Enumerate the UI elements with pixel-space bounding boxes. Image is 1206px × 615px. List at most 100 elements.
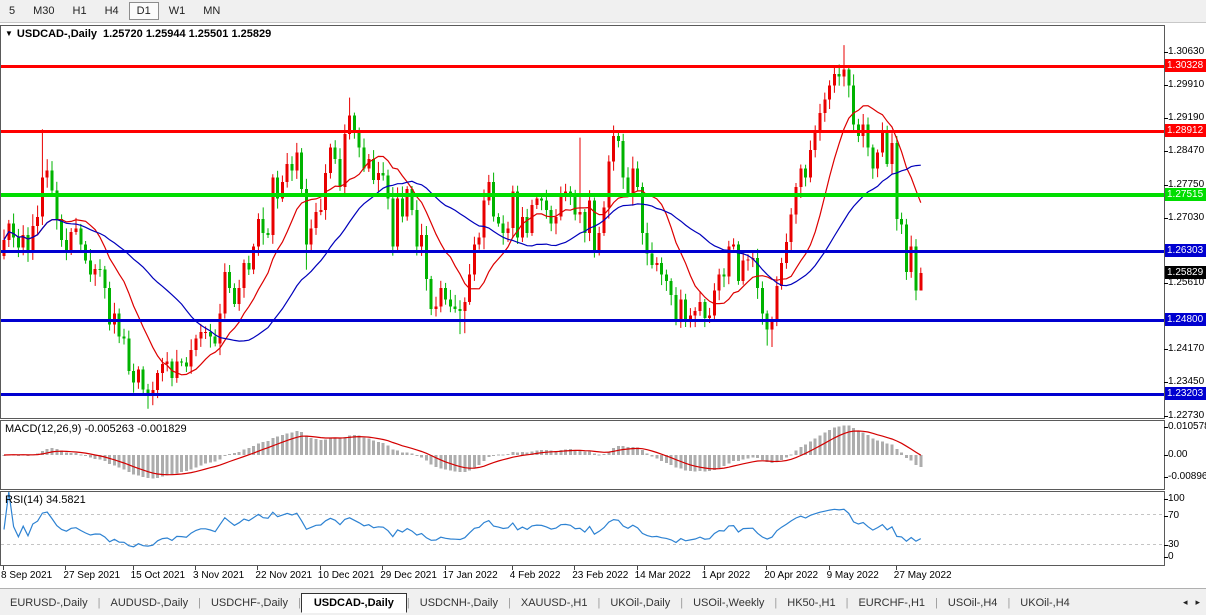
macd-histogram-bar [363,437,366,455]
timeframe-button-w1[interactable]: W1 [161,2,194,20]
candle-body [161,364,164,373]
candle-body [487,182,490,200]
macd-histogram-bar [219,455,222,460]
horizontal-level-line[interactable] [1,130,1164,133]
chart-tab-ukoil-daily[interactable]: UKOil-,Daily [600,594,680,612]
macd-histogram-bar [209,455,212,462]
timeframe-button-h4[interactable]: H4 [97,2,127,20]
macd-signal-line [4,431,921,475]
macd-histogram-bar [862,432,865,455]
chart-tab-hk50-h1[interactable]: HK50-,H1 [777,594,845,612]
candle-body [684,300,687,321]
chart-tab-usoil-weekly[interactable]: USOil-,Weekly [683,594,774,612]
macd-histogram-bar [655,455,658,459]
candle-body [449,300,452,307]
chart-tab-usdchf-daily[interactable]: USDCHF-,Daily [201,594,298,612]
macd-histogram-bar [497,455,500,456]
price-chart-panel[interactable]: ▼USDCAD-,Daily1.25720 1.25944 1.25501 1.… [0,25,1165,419]
macd-histogram-bar [799,447,802,455]
macd-histogram-bar [310,438,313,455]
candlestick-chart[interactable] [1,26,1164,418]
candle-body [819,113,822,131]
chart-tab-usdcnh-daily[interactable]: USDCNH-,Daily [410,594,508,612]
candle-body [89,261,92,275]
chart-tab-xauusd-h1[interactable]: XAUUSD-,H1 [511,594,598,612]
macd-histogram-bar [348,435,351,455]
candle-body [377,173,380,180]
chart-tab-ukoil-h4[interactable]: UKOil-,H4 [1010,594,1080,612]
macd-histogram-bar [886,444,889,455]
candle-body [900,219,903,225]
date-label: 14 Mar 2022 [635,570,691,581]
horizontal-level-line[interactable] [1,393,1164,396]
macd-histogram-bar [228,454,231,455]
macd-histogram-bar [622,446,625,455]
date-label: 3 Nov 2021 [193,570,244,581]
timeframe-button-h1[interactable]: H1 [65,2,95,20]
timeframe-button-m30[interactable]: M30 [25,2,62,20]
ma-slow-line [4,165,921,341]
macd-histogram-bar [276,437,279,455]
macd-histogram-bar [195,455,198,467]
candle-body [396,198,399,246]
candle-body [425,235,428,279]
horizontal-level-line[interactable] [1,250,1164,253]
timeframe-button-5[interactable]: 5 [1,2,23,20]
candle-body [699,302,702,311]
candle-body [814,132,817,150]
ma-fast-line [4,106,921,375]
chart-dropdown-icon[interactable]: ▼ [5,29,13,38]
candle-body [905,225,908,272]
macd-histogram-bar [439,455,442,468]
candle-body [358,132,361,148]
macd-histogram-bar [300,432,303,455]
candle-body [363,148,366,169]
candle-body [804,168,807,177]
macd-histogram-bar [257,443,260,455]
macd-histogram-bar [463,455,466,472]
price-axis[interactable]: 1.306301.299101.291901.284701.277501.270… [1165,25,1206,566]
date-axis[interactable]: 8 Sep 202127 Sep 202115 Oct 20213 Nov 20… [0,566,1165,588]
chart-tab-eurusd-daily[interactable]: EURUSD-,Daily [0,594,98,612]
candle-body [579,212,582,214]
candle-body [411,189,414,210]
horizontal-level-line[interactable] [1,319,1164,322]
macd-indicator-panel[interactable]: MACD(12,26,9) -0.005263 -0.001829 [0,420,1165,490]
price-tick: 1.30630 [1168,46,1204,57]
macd-histogram-bar [70,453,73,455]
candle-body [435,307,438,309]
candle-body [65,240,68,251]
tab-scroll-left-icon[interactable]: ◂ [1183,597,1188,608]
date-label: 22 Nov 2021 [255,570,312,581]
macd-histogram-bar [795,451,798,455]
candle-body [233,288,236,304]
tab-scroll-right-icon[interactable]: ▸ [1195,597,1200,608]
candle-body [723,274,726,276]
rsi-tick: 70 [1168,510,1179,521]
chart-tab-eurchf-h1[interactable]: EURCHF-,H1 [848,594,935,612]
macd-histogram-bar [723,455,726,466]
macd-histogram-bar [132,455,135,474]
axis-tick-mark [1164,185,1168,186]
macd-histogram-bar [454,455,457,472]
candle-body [507,228,510,233]
macd-histogram-bar [483,455,486,461]
chart-tab-usoil-h4[interactable]: USOil-,H4 [938,594,1008,612]
candle-body [137,370,140,383]
horizontal-level-line[interactable] [1,193,1164,197]
chart-tab-audusd-daily[interactable]: AUDUSD-,Daily [100,594,198,612]
macd-histogram-bar [391,450,394,455]
rsi-indicator-panel[interactable]: RSI(14) 34.5821 [0,491,1165,566]
macd-histogram-bar [185,455,188,471]
macd-histogram-bar [387,446,390,456]
timeframe-button-mn[interactable]: MN [195,2,228,20]
candle-body [780,263,783,286]
chart-tab-usdcad-daily[interactable]: USDCAD-,Daily [301,593,407,613]
timeframe-button-d1[interactable]: D1 [129,2,159,20]
macd-histogram-bar [502,454,505,455]
price-tick: 1.27030 [1168,212,1204,223]
horizontal-level-line[interactable] [1,65,1164,68]
chart-title: ▼USDCAD-,Daily1.25720 1.25944 1.25501 1.… [5,28,271,40]
candle-body [737,244,740,281]
macd-histogram-bar [286,433,289,455]
